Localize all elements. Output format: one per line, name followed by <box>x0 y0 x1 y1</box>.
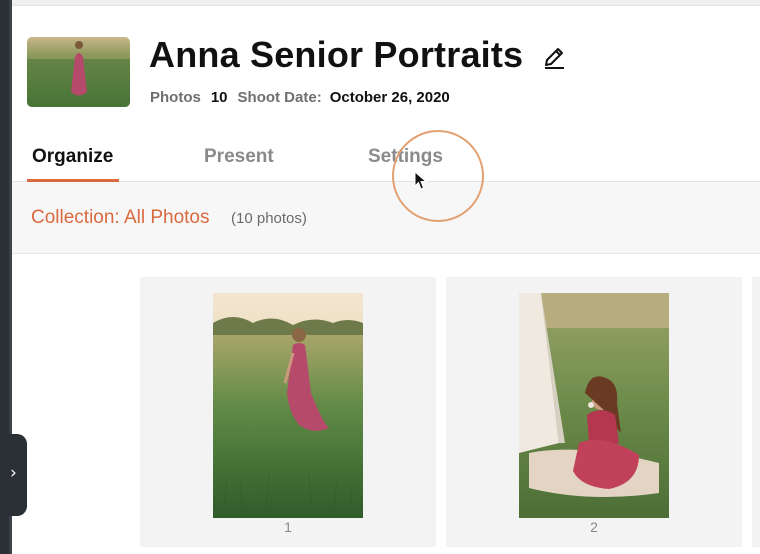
photos-count: 10 <box>210 89 228 106</box>
gallery-cover-thumbnail[interactable] <box>27 37 130 107</box>
sidebar-toggle-button[interactable]: › <box>0 434 27 516</box>
tab-bar: Organize Present Settings <box>12 120 760 182</box>
top-divider <box>12 0 760 6</box>
chevron-right-icon: › <box>10 463 17 483</box>
collection-bar: Collection: All Photos (10 photos) <box>12 182 760 254</box>
gallery-meta: Photos 10 Shoot Date: October 26, 2020 <box>150 89 450 106</box>
collection-count: (10 photos) <box>231 210 307 227</box>
photo-number: 2 <box>590 519 598 535</box>
photo-grid: 1 2 <box>12 254 760 554</box>
photo-card-partial[interactable] <box>752 277 760 547</box>
photo-thumbnail <box>519 293 669 518</box>
tab-present[interactable]: Present <box>204 146 274 168</box>
photo-card[interactable]: 1 <box>140 277 436 547</box>
page-title: Anna Senior Portraits <box>149 34 524 75</box>
photo-number: 1 <box>284 519 292 535</box>
tab-settings[interactable]: Settings <box>368 146 443 168</box>
photos-label: Photos <box>150 89 201 106</box>
photo-card[interactable]: 2 <box>446 277 742 547</box>
shoot-date-value: October 26, 2020 <box>329 89 450 106</box>
tab-organize[interactable]: Organize <box>32 146 113 168</box>
cover-photo-image <box>27 37 130 107</box>
collection-selector[interactable]: Collection: All Photos <box>31 207 210 229</box>
photo-thumbnail <box>213 293 363 518</box>
shoot-date-label: Shoot Date: <box>237 89 322 106</box>
pencil-icon[interactable] <box>542 43 566 69</box>
